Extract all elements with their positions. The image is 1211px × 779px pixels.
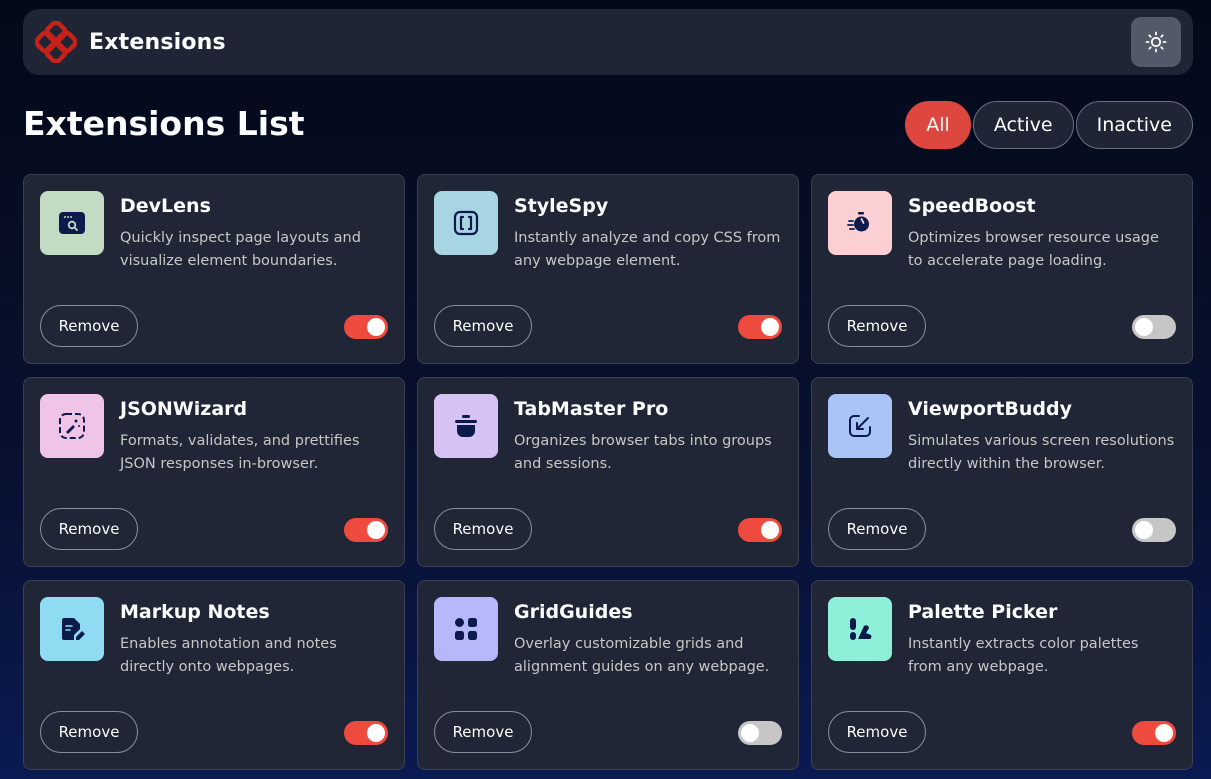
devlens-icon — [40, 191, 104, 255]
remove-button[interactable]: Remove — [40, 305, 138, 347]
remove-button[interactable]: Remove — [828, 711, 926, 753]
palettepicker-icon — [828, 597, 892, 661]
extension-card: TabMaster Pro Organizes browser tabs int… — [417, 377, 799, 567]
extension-name: ViewportBuddy — [908, 398, 1073, 420]
extension-card: JSONWizard Formats, validates, and prett… — [23, 377, 405, 567]
extension-card: Palette Picker Instantly extracts color … — [811, 580, 1193, 770]
toggle-knob — [1155, 724, 1173, 742]
extension-description: Simulates various screen resolutions dir… — [908, 433, 1175, 472]
active-toggle[interactable] — [1132, 518, 1176, 542]
toggle-knob — [367, 318, 385, 336]
page-title: Extensions List — [23, 104, 305, 143]
extension-card: SpeedBoost Optimizes browser resource us… — [811, 174, 1193, 364]
active-toggle[interactable] — [738, 721, 782, 745]
extensions-grid: DevLens Quickly inspect page layouts and… — [23, 174, 1193, 770]
extension-name: StyleSpy — [514, 195, 609, 217]
markupnotes-icon — [40, 597, 104, 661]
toggle-knob — [741, 724, 759, 742]
toggle-knob — [367, 521, 385, 539]
remove-button[interactable]: Remove — [828, 305, 926, 347]
extension-description: Instantly analyze and copy CSS from any … — [514, 230, 781, 269]
extension-description: Organizes browser tabs into groups and s… — [514, 433, 772, 472]
extension-description: Instantly extracts color palettes from a… — [908, 636, 1139, 675]
extension-card: DevLens Quickly inspect page layouts and… — [23, 174, 405, 364]
theme-toggle-button[interactable] — [1131, 17, 1181, 67]
gridguides-icon — [434, 597, 498, 661]
filter-active-button[interactable]: Active — [972, 101, 1074, 149]
app-name: Extensions — [89, 29, 226, 55]
toggle-knob — [1135, 521, 1153, 539]
filter-group: All Active Inactive — [905, 101, 1193, 149]
extension-card: Markup Notes Enables annotation and note… — [23, 580, 405, 770]
active-toggle[interactable] — [738, 518, 782, 542]
remove-button[interactable]: Remove — [434, 508, 532, 550]
extension-name: Palette Picker — [908, 601, 1058, 623]
filter-all-button[interactable]: All — [905, 101, 971, 149]
brand: Extensions — [35, 21, 226, 63]
remove-button[interactable]: Remove — [40, 508, 138, 550]
active-toggle[interactable] — [1132, 721, 1176, 745]
extension-name: SpeedBoost — [908, 195, 1036, 217]
remove-button[interactable]: Remove — [828, 508, 926, 550]
remove-button[interactable]: Remove — [434, 305, 532, 347]
remove-button[interactable]: Remove — [434, 711, 532, 753]
toggle-knob — [761, 521, 779, 539]
extension-description: Formats, validates, and prettifies JSON … — [120, 433, 360, 472]
toggle-knob — [367, 724, 385, 742]
extension-name: GridGuides — [514, 601, 633, 623]
extension-card: StyleSpy Instantly analyze and copy CSS … — [417, 174, 799, 364]
viewportbuddy-icon — [828, 394, 892, 458]
extension-card: GridGuides Overlay customizable grids an… — [417, 580, 799, 770]
active-toggle[interactable] — [1132, 315, 1176, 339]
sun-icon — [1145, 31, 1167, 53]
active-toggle[interactable] — [344, 721, 388, 745]
extension-description: Overlay customizable grids and alignment… — [514, 636, 770, 675]
extension-description: Enables annotation and notes directly on… — [120, 636, 337, 675]
jsonwizard-icon — [40, 394, 104, 458]
extension-name: JSONWizard — [120, 398, 248, 420]
active-toggle[interactable] — [738, 315, 782, 339]
active-toggle[interactable] — [344, 315, 388, 339]
extension-name: Markup Notes — [120, 601, 270, 623]
remove-button[interactable]: Remove — [40, 711, 138, 753]
toggle-knob — [761, 318, 779, 336]
speedboost-icon — [828, 191, 892, 255]
logo-icon — [35, 21, 77, 63]
tabmaster-icon — [434, 394, 498, 458]
extension-card: ViewportBuddy Simulates various screen r… — [811, 377, 1193, 567]
extension-name: TabMaster Pro — [514, 398, 669, 420]
extension-description: Optimizes browser resource usage to acce… — [908, 230, 1159, 269]
filter-inactive-button[interactable]: Inactive — [1075, 101, 1193, 149]
extension-description: Quickly inspect page layouts and visuali… — [120, 230, 361, 269]
stylespy-icon — [434, 191, 498, 255]
extension-name: DevLens — [120, 195, 211, 217]
active-toggle[interactable] — [344, 518, 388, 542]
toggle-knob — [1135, 318, 1153, 336]
header-bar: Extensions — [23, 9, 1193, 75]
